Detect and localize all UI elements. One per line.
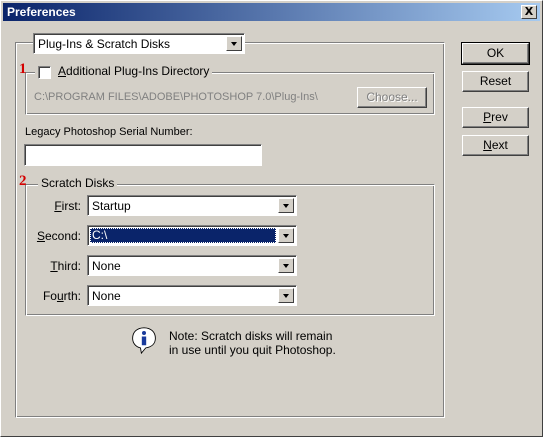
chevron-down-icon[interactable] (278, 198, 294, 213)
scratch-fourth-label: Fourth: (42, 289, 81, 303)
note-line-1: Note: Scratch disks will remain (169, 329, 333, 343)
title-bar[interactable]: Preferences X (3, 3, 540, 21)
scratch-third-value: None (92, 259, 121, 273)
serial-label: Legacy Photoshop Serial Number: (25, 126, 193, 138)
info-icon (132, 327, 156, 354)
panel-select[interactable]: Plug-Ins & Scratch Disks (33, 33, 245, 54)
ok-button[interactable]: OK (461, 42, 530, 65)
chevron-down-icon[interactable] (278, 288, 294, 303)
plugins-checkbox[interactable] (38, 66, 51, 79)
scratch-third-select[interactable]: None (87, 255, 297, 276)
scratch-third-label: Third: (50, 259, 81, 273)
scratch-fourth-value: None (92, 289, 121, 303)
scratch-first-value: Startup (92, 199, 131, 213)
chevron-down-icon[interactable] (226, 36, 242, 51)
reset-button[interactable]: Reset (462, 71, 529, 92)
next-button-label: Next (483, 138, 508, 152)
marker-one: 1 (19, 61, 27, 77)
next-button[interactable]: Next (462, 135, 529, 156)
plugins-path: C:\PROGRAM FILES\ADOBE\PHOTOSHOP 7.0\Plu… (34, 91, 318, 103)
scratch-fourth-select[interactable]: None (87, 285, 297, 306)
serial-input[interactable] (24, 144, 262, 166)
plugins-group-header: Additional Plug-Ins Directory (35, 64, 213, 80)
close-button[interactable]: X (521, 5, 537, 19)
marker-two: 2 (19, 173, 27, 189)
close-icon: X (524, 5, 534, 18)
chevron-down-icon[interactable] (278, 228, 294, 243)
scratch-second-value: C:\ (90, 228, 276, 243)
note-line-2: in use until you quit Photoshop. (169, 343, 336, 357)
prev-button[interactable]: Prev (462, 107, 529, 128)
preferences-dialog: Preferences X Plug-Ins & Scratch Disks 1… (0, 0, 543, 437)
window-title: Preferences (7, 5, 76, 19)
chevron-down-icon[interactable] (278, 258, 294, 273)
ok-button-label: OK (486, 46, 505, 60)
choose-button[interactable]: Choose... (357, 87, 427, 108)
scratch-second-select[interactable]: C:\ (87, 225, 297, 246)
scratch-group-label: Scratch Disks (38, 176, 118, 190)
prev-button-label: Prev (483, 110, 508, 124)
choose-button-label: Choose... (366, 90, 418, 104)
scratch-first-label: First: (54, 199, 81, 213)
scratch-first-select[interactable]: Startup (87, 195, 297, 216)
plugins-checkbox-label[interactable]: Additional Plug-Ins Directory (58, 64, 209, 78)
reset-button-label: Reset (479, 74, 512, 88)
panel-select-value: Plug-Ins & Scratch Disks (38, 37, 171, 51)
scratch-second-label: Second: (36, 229, 81, 243)
